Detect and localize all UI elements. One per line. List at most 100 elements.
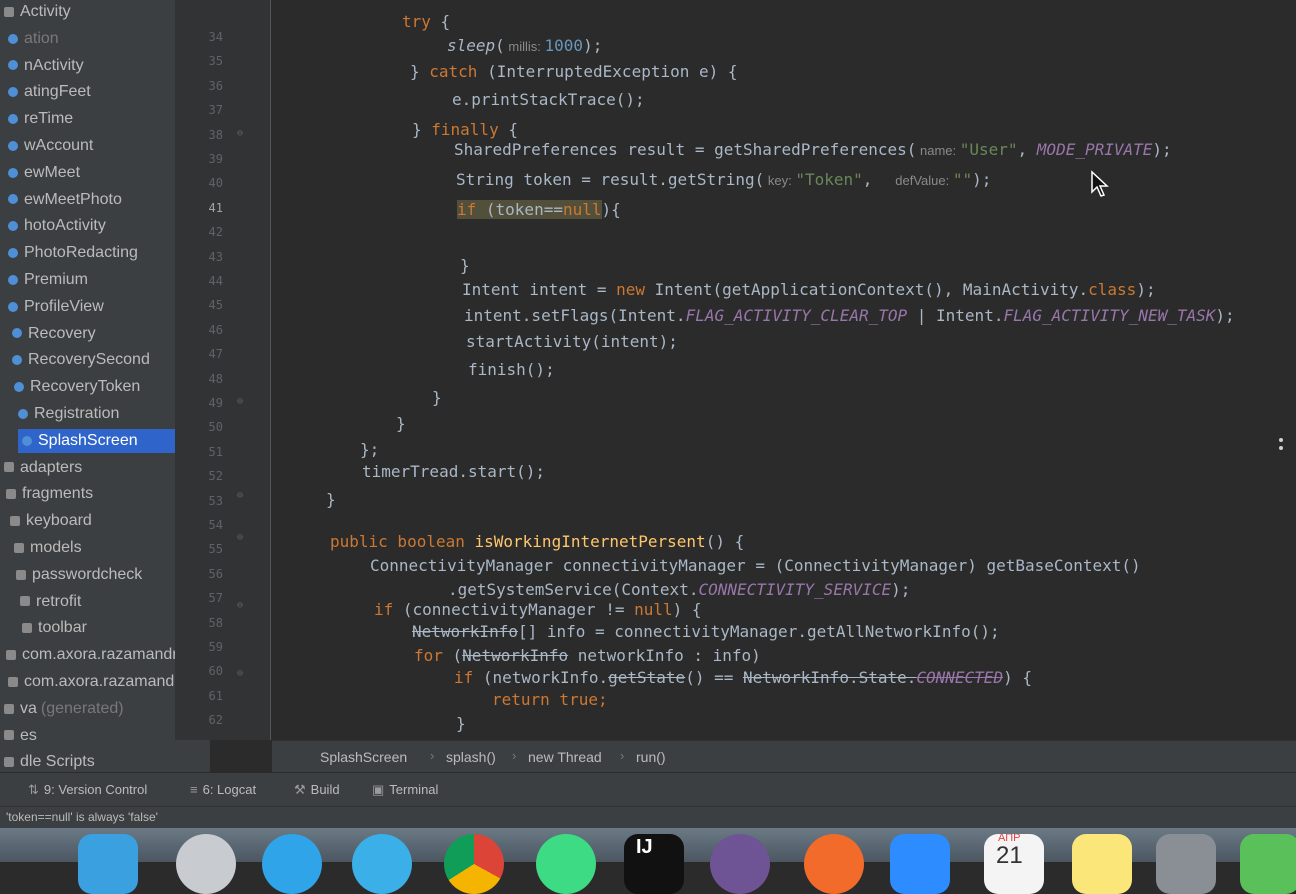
project-tree-item[interactable]: retrofit — [16, 590, 81, 614]
fold-toggle-icon[interactable]: ⊖ — [237, 396, 249, 408]
line-number[interactable]: 44 — [183, 274, 223, 288]
launchpad-app-icon[interactable] — [176, 834, 236, 894]
line-number[interactable]: 43 — [183, 250, 223, 264]
app-store-icon[interactable] — [352, 834, 412, 894]
line-number[interactable]: 50 — [183, 420, 223, 434]
fold-toggle-icon[interactable]: ⊖ — [237, 668, 249, 680]
breadcrumb-item-method[interactable]: splash() — [446, 749, 496, 765]
system-preferences-icon[interactable] — [1156, 834, 1216, 894]
code-line[interactable]: }; — [360, 440, 379, 459]
project-tree-item[interactable]: RecoverySecond — [8, 348, 150, 372]
fold-toggle-icon[interactable]: ⊖ — [237, 600, 249, 612]
postman-app-icon[interactable] — [804, 834, 864, 894]
project-tree-item[interactable]: Premium — [4, 268, 88, 292]
line-number[interactable]: 61 — [183, 689, 223, 703]
project-tree-item[interactable]: ewMeetPhoto — [4, 188, 122, 212]
line-number[interactable]: 39 — [183, 152, 223, 166]
line-number[interactable]: 60 — [183, 664, 223, 678]
project-tree-item[interactable]: wAccount — [4, 134, 93, 158]
line-number[interactable]: 49 — [183, 396, 223, 410]
fold-toggle-icon[interactable]: ⊖ — [237, 490, 249, 502]
line-number[interactable]: 48 — [183, 372, 223, 386]
line-number[interactable]: 58 — [183, 616, 223, 630]
code-line[interactable]: intent.setFlags(Intent.FLAG_ACTIVITY_CLE… — [464, 306, 1235, 325]
project-tree-item[interactable]: Registration — [14, 402, 119, 426]
code-line[interactable]: startActivity(intent); — [466, 332, 678, 351]
intellij-app-icon[interactable]: IJ — [624, 834, 684, 894]
code-line[interactable]: sleep( millis: 1000); — [447, 36, 602, 55]
terminal-button[interactable]: ▣ Terminal — [372, 782, 438, 798]
code-line[interactable]: Intent intent = new Intent(getApplicatio… — [462, 280, 1156, 299]
facetime-app-icon[interactable] — [1240, 834, 1296, 894]
line-number[interactable]: 41 — [183, 201, 223, 215]
calendar-app-icon[interactable]: АПР 21 — [984, 834, 1044, 894]
line-number[interactable]: 40 — [183, 176, 223, 190]
fold-toggle-icon[interactable]: ⊖ — [237, 128, 249, 140]
line-number[interactable]: 47 — [183, 347, 223, 361]
project-tree-item[interactable]: PhotoRedacting — [4, 241, 138, 265]
project-tree-item[interactable]: models — [10, 536, 82, 560]
line-number[interactable]: 36 — [183, 79, 223, 93]
chrome-app-icon[interactable] — [444, 834, 504, 894]
line-number[interactable]: 37 — [183, 103, 223, 117]
code-line[interactable]: if (networkInfo.getState() == NetworkInf… — [454, 668, 1032, 687]
notes-app-icon[interactable] — [1072, 834, 1132, 894]
code-line[interactable]: finish(); — [468, 360, 555, 379]
line-number[interactable]: 57 — [183, 591, 223, 605]
breadcrumb-item-thread[interactable]: new Thread — [528, 749, 602, 765]
project-tree-item[interactable]: dle Scripts — [0, 750, 95, 774]
code-line[interactable]: public boolean isWorkingInternetPersent(… — [330, 532, 744, 551]
project-tree-item[interactable]: fragments — [2, 482, 93, 506]
project-tree-item[interactable]: va (generated) — [0, 697, 124, 721]
line-number[interactable]: 54 — [183, 518, 223, 532]
line-number[interactable]: 53 — [183, 494, 223, 508]
code-line[interactable]: SharedPreferences result = getSharedPref… — [454, 140, 1172, 159]
line-number[interactable]: 34 — [183, 30, 223, 44]
project-tree-item[interactable]: ProfileView — [4, 295, 104, 319]
code-line[interactable]: timerTread.start(); — [362, 462, 545, 481]
code-line[interactable]: if (token==null){ — [457, 200, 621, 219]
code-line[interactable]: return true; — [492, 690, 608, 709]
code-line[interactable]: if (connectivityManager != null) { — [374, 600, 702, 619]
version-control-button[interactable]: ⇅ 9: Version Control — [28, 782, 147, 798]
project-tree-item[interactable]: adapters — [0, 456, 82, 480]
github-desktop-app-icon[interactable] — [710, 834, 770, 894]
project-tree-item[interactable]: reTime — [4, 107, 73, 131]
code-line[interactable]: } — [432, 388, 442, 407]
project-tree-item[interactable]: toolbar — [18, 616, 87, 640]
code-line[interactable]: } — [456, 714, 466, 733]
project-tree-item[interactable]: ation — [4, 27, 59, 51]
project-tree-item[interactable]: es — [0, 724, 37, 748]
code-line[interactable]: .getSystemService(Context.CONNECTIVITY_S… — [448, 580, 910, 599]
project-tree-item[interactable]: RecoveryToken — [10, 375, 140, 399]
line-number[interactable]: 45 — [183, 298, 223, 312]
line-number[interactable]: 42 — [183, 225, 223, 239]
code-line[interactable]: } — [396, 414, 406, 433]
code-line[interactable]: } catch (InterruptedException e) { — [410, 62, 738, 81]
project-tree-item[interactable]: hotoActivity — [4, 214, 106, 238]
line-number[interactable]: 51 — [183, 445, 223, 459]
breadcrumb-item-run[interactable]: run() — [636, 749, 666, 765]
code-line[interactable]: } — [460, 256, 470, 275]
breadcrumb-item-class[interactable]: SplashScreen — [320, 749, 407, 765]
line-number[interactable]: 52 — [183, 469, 223, 483]
project-tree-item[interactable]: passwordcheck — [12, 563, 142, 587]
line-number[interactable]: 56 — [183, 567, 223, 581]
project-tree-item[interactable]: Recovery — [8, 322, 96, 346]
code-line[interactable]: String token = result.getString( key: "T… — [456, 170, 991, 189]
code-line[interactable]: try { — [402, 12, 450, 31]
build-button[interactable]: ⚒ Build — [294, 782, 340, 798]
project-tree-item[interactable]: ewMeet — [4, 161, 80, 185]
code-line[interactable]: for (NetworkInfo networkInfo : info) — [414, 646, 761, 665]
code-line[interactable]: } finally { — [412, 120, 518, 139]
line-number[interactable]: 55 — [183, 542, 223, 556]
line-number[interactable]: 35 — [183, 54, 223, 68]
code-line[interactable]: e.printStackTrace(); — [452, 90, 645, 109]
line-number[interactable]: 46 — [183, 323, 223, 337]
code-line[interactable]: NetworkInfo[] info = connectivityManager… — [412, 622, 1000, 641]
line-number[interactable]: 62 — [183, 713, 223, 727]
safari-app-icon[interactable] — [262, 834, 322, 894]
code-editor[interactable]: try { sleep( millis: 1000); } catch (Int… — [272, 0, 1296, 740]
project-tree-item[interactable]: Activity — [0, 0, 71, 24]
finder-app-icon[interactable] — [78, 834, 138, 894]
